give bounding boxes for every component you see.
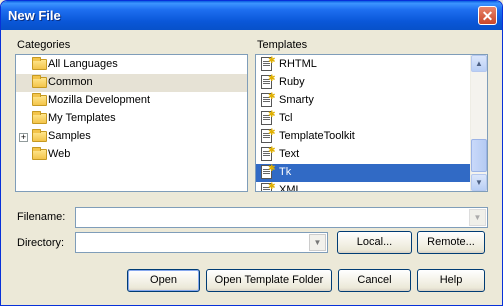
chevron-down-icon: ▼ bbox=[473, 213, 482, 222]
local-button[interactable]: Local... bbox=[337, 231, 412, 254]
template-label: Text bbox=[279, 148, 300, 160]
close-button[interactable]: ✕ bbox=[478, 6, 497, 25]
category-item-samples[interactable]: + Samples bbox=[16, 128, 247, 146]
star-icon: ✱ bbox=[268, 109, 276, 119]
star-icon: ✱ bbox=[268, 91, 276, 101]
template-item-text[interactable]: ✱ Text bbox=[256, 145, 470, 164]
remote-button[interactable]: Remote... bbox=[417, 231, 485, 254]
template-item-smarty[interactable]: ✱ Smarty bbox=[256, 91, 470, 110]
category-label: Mozilla Development bbox=[48, 94, 151, 106]
category-label: All Languages bbox=[48, 58, 118, 70]
window-title: New File bbox=[8, 8, 61, 23]
categories-list[interactable]: All Languages Common Mozilla Development… bbox=[15, 54, 248, 192]
template-item-templatetoolkit[interactable]: ✱ TemplateToolkit bbox=[256, 127, 470, 146]
help-button[interactable]: Help bbox=[417, 269, 485, 292]
open-button[interactable]: Open bbox=[127, 269, 200, 292]
folder-icon bbox=[32, 129, 47, 142]
template-item-tcl[interactable]: ✱ Tcl bbox=[256, 109, 470, 128]
scroll-up-button[interactable]: ▲ bbox=[471, 55, 487, 72]
scroll-thumb[interactable] bbox=[471, 139, 487, 172]
template-label: Smarty bbox=[279, 94, 314, 106]
categories-label: Categories bbox=[17, 39, 71, 51]
folder-icon bbox=[32, 111, 47, 124]
category-label: Common bbox=[48, 76, 93, 88]
directory-dropdown-button[interactable]: ▼ bbox=[309, 234, 326, 251]
template-label: Tcl bbox=[279, 112, 293, 124]
folder-icon bbox=[32, 57, 47, 70]
template-label: Ruby bbox=[279, 76, 305, 88]
directory-combo[interactable]: ▼ bbox=[75, 232, 328, 253]
category-label: Samples bbox=[48, 130, 91, 142]
star-icon: ✱ bbox=[268, 73, 276, 83]
template-label: TemplateToolkit bbox=[279, 130, 355, 142]
star-icon: ✱ bbox=[268, 55, 276, 65]
star-icon: ✱ bbox=[268, 127, 276, 137]
cancel-button[interactable]: Cancel bbox=[338, 269, 411, 292]
templates-list[interactable]: ✱ RHTML ✱ Ruby ✱ Smarty ✱ Tcl ✱ Template… bbox=[255, 54, 488, 192]
scroll-down-button[interactable]: ▼ bbox=[471, 174, 487, 191]
template-label: Tk bbox=[279, 166, 292, 178]
new-file-dialog: New File ✕ Categories All Languages Comm… bbox=[0, 0, 503, 306]
category-item-all-languages[interactable]: All Languages bbox=[16, 56, 247, 74]
directory-label: Directory: bbox=[17, 237, 65, 249]
template-label: XML bbox=[279, 184, 302, 192]
close-icon: ✕ bbox=[481, 8, 494, 24]
folder-icon bbox=[32, 147, 47, 160]
template-item-xml[interactable]: ✱ XML bbox=[256, 181, 470, 192]
folder-icon bbox=[32, 93, 47, 106]
title-bar[interactable]: New File ✕ bbox=[1, 1, 502, 30]
category-item-web[interactable]: Web bbox=[16, 146, 247, 164]
templates-scrollbar[interactable]: ▲ ▼ bbox=[470, 55, 487, 191]
template-label: RHTML bbox=[279, 58, 317, 70]
filename-label: Filename: bbox=[17, 211, 66, 223]
category-label: Web bbox=[48, 148, 71, 160]
open-template-folder-button[interactable]: Open Template Folder bbox=[206, 269, 332, 292]
template-item-tk[interactable]: ✱ Tk bbox=[256, 163, 470, 182]
expand-icon[interactable]: + bbox=[19, 133, 28, 142]
template-item-ruby[interactable]: ✱ Ruby bbox=[256, 73, 470, 92]
star-icon: ✱ bbox=[268, 181, 276, 191]
templates-label: Templates bbox=[257, 39, 308, 51]
folder-icon bbox=[32, 75, 47, 88]
filename-dropdown-button[interactable]: ▼ bbox=[469, 209, 486, 226]
template-item-rhtml[interactable]: ✱ RHTML bbox=[256, 55, 470, 74]
category-item-my-templates[interactable]: My Templates bbox=[16, 110, 247, 128]
star-icon: ✱ bbox=[268, 145, 276, 155]
chevron-down-icon: ▼ bbox=[313, 238, 322, 247]
category-item-mozilla-development[interactable]: Mozilla Development bbox=[16, 92, 247, 110]
filename-combo[interactable]: ▼ bbox=[75, 207, 488, 228]
category-label: My Templates bbox=[48, 112, 116, 124]
category-item-common[interactable]: Common bbox=[16, 74, 247, 92]
star-icon: ✱ bbox=[268, 163, 276, 173]
